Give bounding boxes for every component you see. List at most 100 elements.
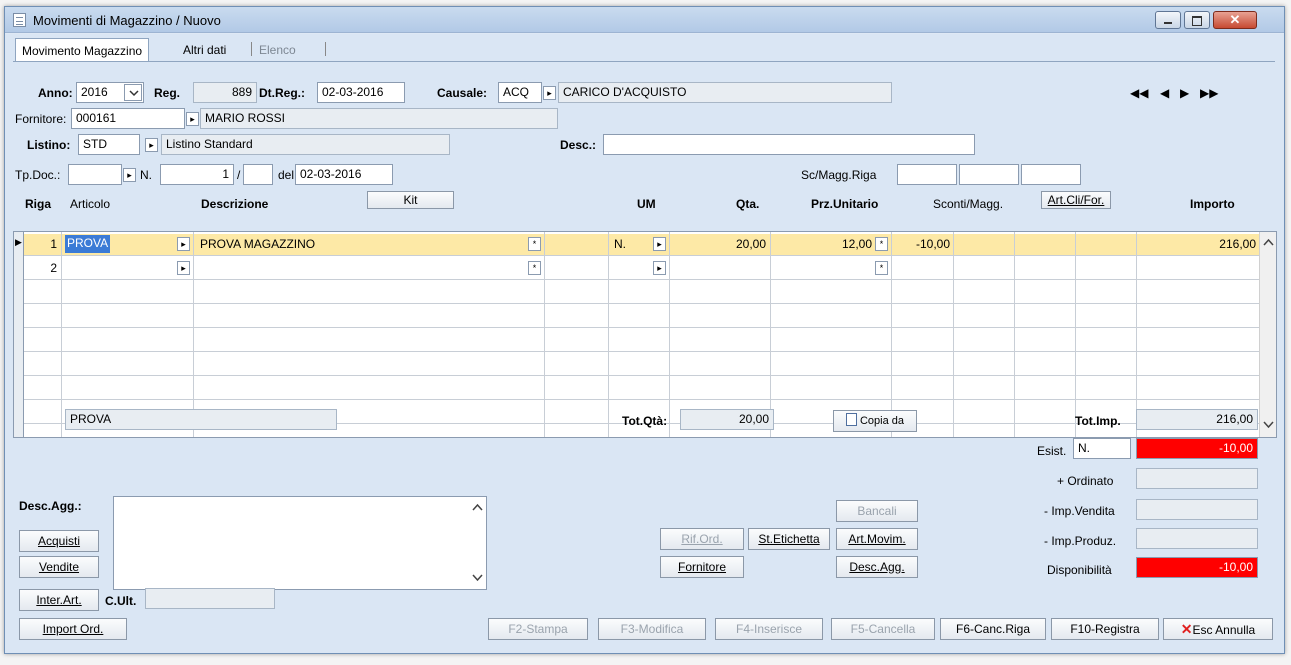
- chevron-right-icon: ▸: [657, 263, 662, 273]
- tab-strip-line: [13, 61, 1275, 62]
- tab-movimento-magazzino[interactable]: Movimento Magazzino: [15, 38, 150, 62]
- impvendita-label: - Imp.Vendita: [1044, 504, 1115, 518]
- cell-riga: 1: [50, 237, 57, 251]
- chevron-right-icon: ▸: [127, 170, 132, 180]
- copia-da-button[interactable]: Copia da: [833, 410, 917, 432]
- grid-col-line: [544, 232, 545, 437]
- scmagg-field-2[interactable]: [959, 164, 1019, 185]
- n-suffix-field[interactable]: [243, 164, 273, 185]
- cell-prz[interactable]: 12,00: [774, 237, 872, 251]
- minimize-button[interactable]: [1155, 11, 1181, 29]
- col-header-qta: Qta.: [736, 197, 760, 211]
- tab-altri-dati[interactable]: Altri dati: [177, 38, 232, 62]
- grid-col-line: [1014, 232, 1015, 437]
- next-record-icon[interactable]: ▶: [1180, 86, 1189, 100]
- f6-canc-riga-button[interactable]: F6-Canc.Riga: [940, 618, 1046, 640]
- client-area: Movimento Magazzino Altri dati Elenco An…: [5, 34, 1284, 653]
- desc-field[interactable]: [603, 134, 975, 155]
- grid-scrollbar[interactable]: [1259, 232, 1276, 437]
- col-header-articolo: Articolo: [70, 197, 111, 211]
- dtreg-field[interactable]: 02-03-2016: [317, 82, 405, 103]
- col-header-prz: Prz.Unitario: [811, 197, 879, 211]
- article-name-field: PROVA: [65, 409, 337, 430]
- desc-label: Desc.:: [560, 138, 597, 152]
- cell-descrizione[interactable]: PROVA MAGAZZINO: [200, 237, 315, 251]
- bancali-button[interactable]: Bancali: [836, 500, 918, 522]
- f2-stampa-button[interactable]: F2-Stampa: [488, 618, 588, 640]
- articolo-lookup-button[interactable]: ▸: [177, 261, 190, 275]
- interart-button[interactable]: Inter.Art.: [19, 589, 99, 611]
- copy-icon: [845, 413, 857, 426]
- um-lookup-button[interactable]: ▸: [653, 237, 666, 251]
- desktop: { "window": {"title": "Movimenti di Maga…: [0, 0, 1291, 665]
- fornitore-lookup-button[interactable]: ▸: [186, 112, 199, 126]
- f3-modifica-button[interactable]: F3-Modifica: [598, 618, 706, 640]
- cell-articolo[interactable]: PROVA: [65, 235, 111, 253]
- causale-lookup-button[interactable]: ▸: [543, 86, 556, 100]
- f10-registra-button[interactable]: F10-Registra: [1051, 618, 1159, 640]
- textarea-scrollbar[interactable]: [469, 497, 486, 589]
- causale-code-field[interactable]: ACQ: [498, 82, 542, 103]
- totqta-label: Tot.Qtà:: [622, 414, 668, 428]
- esc-annulla-button[interactable]: ✕Esc Annulla: [1163, 618, 1273, 640]
- scmagg-field-3[interactable]: [1021, 164, 1081, 185]
- chevron-down-icon[interactable]: [1260, 416, 1277, 433]
- chevron-up-icon[interactable]: [469, 499, 486, 516]
- cell-importo[interactable]: 216,00: [1140, 237, 1256, 251]
- last-record-icon[interactable]: ▶▶: [1200, 86, 1218, 100]
- grid-line: [14, 255, 1259, 256]
- art-movim-button[interactable]: Art.Movim.: [836, 528, 918, 550]
- col-header-descrizione: Descrizione: [201, 197, 269, 211]
- asterisk-icon: *: [879, 239, 884, 249]
- cell-sconto[interactable]: -10,00: [896, 237, 950, 251]
- artcli-button[interactable]: Art.Cli/For.: [1041, 191, 1111, 209]
- listino-lookup-button[interactable]: ▸: [145, 138, 158, 152]
- chevron-right-icon: ▸: [149, 140, 154, 150]
- righe-grid[interactable]: ▶ 1 PROVA ▸ PROVA MAGAZZINO * N. ▸ 20,00…: [13, 231, 1277, 438]
- vendite-button[interactable]: Vendite: [19, 556, 99, 578]
- chevron-down-icon[interactable]: [469, 569, 486, 586]
- chevron-right-icon: ▸: [181, 239, 186, 249]
- grid-col-line: [1075, 232, 1076, 437]
- chevron-right-icon: ▸: [547, 88, 552, 98]
- rif-ord-button[interactable]: Rif.Ord.: [660, 528, 744, 550]
- chevron-up-icon[interactable]: [1260, 234, 1277, 251]
- anno-dropdown-button[interactable]: [124, 84, 142, 101]
- tpdoc-lookup-button[interactable]: ▸: [123, 168, 136, 182]
- totqta-field: 20,00: [680, 409, 774, 430]
- kit-button[interactable]: Kit: [367, 191, 454, 209]
- articolo-lookup-button[interactable]: ▸: [177, 237, 190, 251]
- um-lookup-button[interactable]: ▸: [653, 261, 666, 275]
- n-field[interactable]: 1: [160, 164, 234, 185]
- tab-elenco[interactable]: Elenco: [253, 38, 302, 62]
- prz-expand-button[interactable]: *: [875, 261, 888, 275]
- first-record-icon[interactable]: ◀◀: [1130, 86, 1148, 100]
- listino-code-field[interactable]: STD: [78, 134, 140, 155]
- import-ord-button[interactable]: Import Ord.: [19, 618, 127, 640]
- f4-inserisce-button[interactable]: F4-Inserisce: [715, 618, 823, 640]
- prz-expand-button[interactable]: *: [875, 237, 888, 251]
- prev-record-icon[interactable]: ◀: [1160, 86, 1169, 100]
- cell-qta[interactable]: 20,00: [674, 237, 766, 251]
- tpdoc-field[interactable]: [68, 164, 122, 185]
- descrizione-expand-button[interactable]: *: [528, 261, 541, 275]
- descrizione-expand-button[interactable]: *: [528, 237, 541, 251]
- reg-field: 889: [193, 82, 257, 103]
- record-navigator: ◀◀ ◀ ▶ ▶▶: [1130, 86, 1230, 102]
- chevron-right-icon: ▸: [181, 263, 186, 273]
- close-button[interactable]: ✕: [1213, 11, 1257, 29]
- desc-agg-button[interactable]: Desc.Agg.: [836, 556, 918, 578]
- scmagg-field-1[interactable]: [897, 164, 957, 185]
- fornitore-code-field[interactable]: 000161: [71, 108, 185, 129]
- acquisti-button[interactable]: Acquisti: [19, 530, 99, 552]
- del-date-field[interactable]: 02-03-2016: [295, 164, 393, 185]
- st-etichetta-button[interactable]: St.Etichetta: [748, 528, 830, 550]
- maximize-button[interactable]: [1184, 11, 1210, 29]
- f5-cancella-button[interactable]: F5-Cancella: [831, 618, 935, 640]
- descagg-textarea[interactable]: [113, 496, 487, 590]
- grid-line: [14, 399, 1259, 400]
- fornitore-button[interactable]: Fornitore: [660, 556, 744, 578]
- esist-field: -10,00: [1136, 438, 1258, 459]
- grid-col-line: [1136, 232, 1137, 437]
- cell-um[interactable]: N.: [614, 237, 626, 251]
